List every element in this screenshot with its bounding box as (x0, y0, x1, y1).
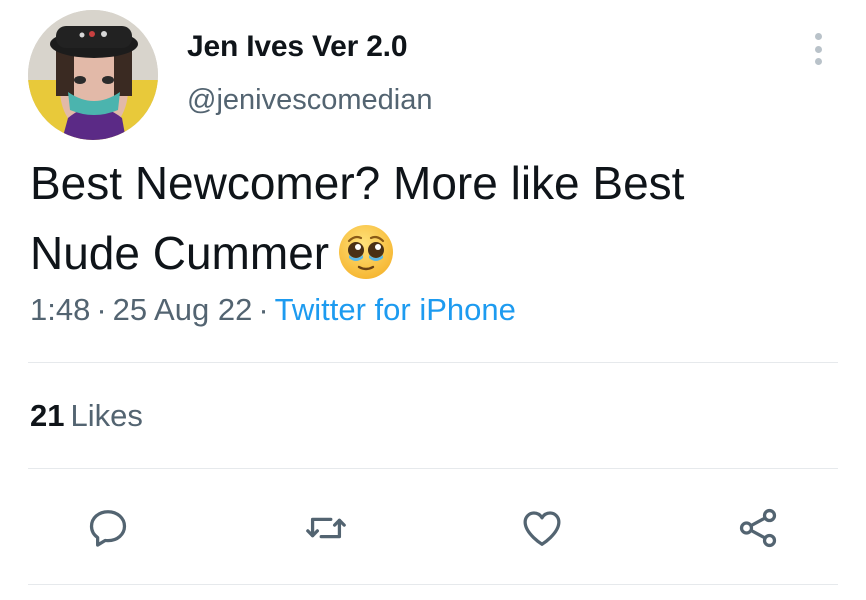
tweet-date[interactable]: 25 Aug 22 (113, 292, 253, 327)
share-button[interactable] (732, 502, 784, 554)
divider (28, 584, 838, 585)
retweet-icon (306, 517, 346, 539)
reply-icon (89, 510, 127, 547)
likes-label: Likes (70, 398, 143, 433)
avatar[interactable] (28, 10, 158, 140)
profile-photo (28, 10, 158, 140)
divider (28, 468, 838, 469)
reply-button[interactable] (82, 502, 134, 554)
heart-icon (523, 511, 561, 546)
tweet-meta: 1:48 · 25 Aug 22 · Twitter for iPhone (30, 292, 516, 328)
likes-count: 21 (30, 398, 65, 433)
tweet-text-line-2: Nude Cummer (30, 218, 830, 300)
tweet-text: Best Newcomer? More like Best Nude Cumme… (30, 148, 830, 300)
more-dot-icon (814, 58, 822, 65)
more-dot-icon (814, 33, 822, 40)
pleading-face-emoji-icon (337, 223, 395, 300)
more-dot-icon (814, 45, 822, 53)
tweet-text-line-2-words: Nude Cummer (30, 227, 330, 279)
more-options-button[interactable] (806, 29, 830, 69)
display-name[interactable]: Jen Ives Ver 2.0 (187, 30, 408, 64)
meta-separator: · (258, 292, 269, 327)
divider (28, 362, 838, 363)
user-handle[interactable]: @jenivescomedian (187, 84, 432, 117)
share-icon (739, 508, 777, 548)
likes-stat[interactable]: 21 Likes (30, 398, 143, 434)
tweet-source-link[interactable]: Twitter for iPhone (275, 292, 516, 327)
tweet-time[interactable]: 1:48 (30, 292, 90, 327)
retweet-button[interactable] (300, 502, 352, 554)
like-button[interactable] (516, 502, 568, 554)
tweet-text-line-1: Best Newcomer? More like Best (30, 157, 685, 209)
meta-separator: · (96, 292, 107, 327)
